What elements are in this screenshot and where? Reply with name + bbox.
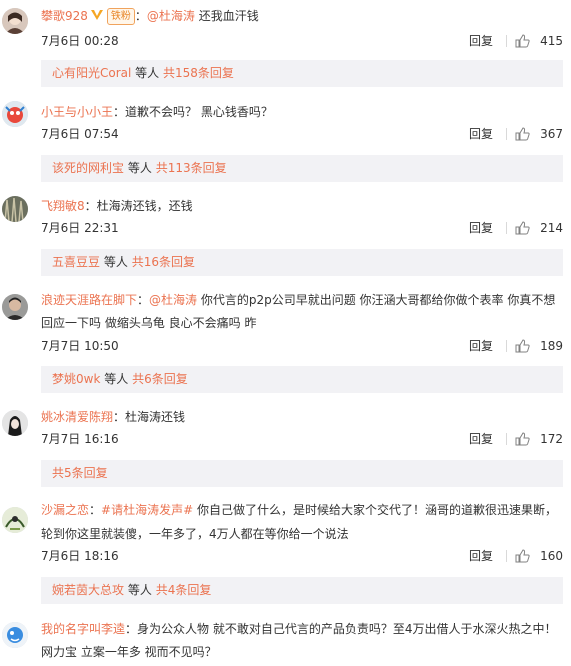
reply-button[interactable]: 回复 (469, 125, 493, 143)
comment-text-line-2: 网力宝 立案一年多 视而不见吗？ (41, 645, 217, 659)
username[interactable]: 小王与小小王 (41, 105, 113, 119)
timestamp: 7月7日 10:50 (41, 339, 119, 353)
verified-v-icon (90, 10, 103, 20)
thumbs-up-icon (515, 221, 530, 235)
sub-reply-user[interactable]: 该死的网利宝 (52, 161, 124, 175)
comment-text: 浪迹天涯路在脚下：@杜海涛 你代言的p2p公司早就出问题 你汪涵大哥都给你做个表… (41, 293, 556, 307)
avatar[interactable] (2, 507, 28, 533)
sub-reply-count[interactable]: 共6条回复 (132, 372, 188, 386)
comment-meta: 7月6日 07:54 回复 367 (41, 125, 563, 143)
thumbs-up-icon (515, 339, 530, 353)
avatar[interactable] (2, 196, 28, 222)
timestamp: 7月6日 00:28 (41, 34, 119, 48)
sub-reply-box[interactable]: 梦姚0wk 等人 共6条回复 (41, 366, 563, 393)
thumbs-up-icon (515, 549, 530, 563)
sub-reply-user[interactable]: 心有阳光Coral (52, 66, 131, 80)
like-count: 160 (540, 549, 563, 563)
comment-text: 攀歌928 铁粉 ：@杜海涛 还我血汗钱 (41, 8, 259, 25)
username[interactable]: 浪迹天涯路在脚下 (41, 293, 137, 307)
like-count: 172 (540, 432, 563, 446)
timestamp: 7月6日 07:54 (41, 127, 119, 141)
reply-button[interactable]: 回复 (469, 547, 493, 565)
like-count: 367 (540, 127, 563, 141)
divider (506, 128, 507, 140)
avatar[interactable] (2, 294, 28, 320)
divider (506, 433, 507, 445)
thumbs-up-icon (515, 34, 530, 48)
timestamp: 7月6日 22:31 (41, 221, 119, 235)
sub-reply-box[interactable]: 五喜豆豆 等人 共16条回复 (41, 249, 563, 276)
sub-reply-box[interactable]: 共5条回复 (41, 460, 563, 487)
fan-badge: 铁粉 (106, 8, 135, 25)
sub-reply-box[interactable]: 心有阳光Coral 等人 共158条回复 (41, 60, 563, 87)
divider (506, 35, 507, 47)
reply-button[interactable]: 回复 (469, 430, 493, 448)
sub-reply-user[interactable]: 五喜豆豆 (52, 255, 100, 269)
username[interactable]: 姚冰清爱陈翔 (41, 410, 113, 424)
comment-meta: 7月7日 10:50 回复 189 (41, 337, 563, 355)
thumbs-up-icon (515, 127, 530, 141)
reply-button[interactable]: 回复 (469, 32, 493, 50)
mention-link[interactable]: @杜海涛 (147, 9, 195, 23)
like-count: 189 (540, 339, 563, 353)
sub-reply-count[interactable]: 共113条回复 (156, 161, 227, 175)
comment-meta: 7月6日 18:16 回复 160 (41, 547, 563, 565)
comment-text: 姚冰清爱陈翔：杜海涛还钱 (41, 410, 186, 424)
divider (506, 340, 507, 352)
comment-text: 沙漏之恋：#请杜海涛发声# 你自己做了什么，是时候给大家个交代了！涵哥的道歉很迅… (41, 503, 557, 517)
avatar[interactable] (2, 8, 28, 34)
comment-text-line-2: 回应一下吗 做缩头乌龟 良心不会痛吗 昨 (41, 316, 257, 330)
like-count: 415 (540, 34, 563, 48)
comment-text: 飞翔敏8：杜海涛还钱，还钱 (41, 199, 193, 213)
username[interactable]: 飞翔敏8 (41, 199, 85, 213)
avatar[interactable] (2, 101, 28, 127)
comment-meta: 7月6日 00:28 回复 415 (41, 32, 563, 50)
sub-reply-count[interactable]: 共4条回复 (156, 583, 212, 597)
comment-text-line-2: 轮到你这里就装傻，一年多了，4万人都在等你给一个说法 (41, 527, 349, 541)
username[interactable]: 我的名字叫李逵 (41, 622, 125, 636)
avatar[interactable] (2, 410, 28, 436)
sub-reply-box[interactable]: 该死的网利宝 等人 共113条回复 (41, 155, 563, 182)
topic-link[interactable]: #请杜海涛发声# (101, 503, 193, 517)
comment-meta: 7月7日 16:16 回复 172 (41, 430, 563, 448)
reply-button[interactable]: 回复 (469, 219, 493, 237)
timestamp: 7月7日 16:16 (41, 432, 119, 446)
timestamp: 7月6日 18:16 (41, 549, 119, 563)
sub-reply-user[interactable]: 梦姚0wk (52, 372, 100, 386)
username[interactable]: 攀歌928 (41, 9, 88, 23)
sub-reply-count[interactable]: 共158条回复 (163, 66, 234, 80)
comment-meta: 7月6日 22:31 回复 214 (41, 219, 563, 237)
thumbs-up-icon (515, 432, 530, 446)
username[interactable]: 沙漏之恋 (41, 503, 89, 517)
divider (506, 550, 507, 562)
reply-button[interactable]: 回复 (469, 337, 493, 355)
comment-text: 我的名字叫李逵：身为公众人物 就不敢对自己代言的产品负责吗？至4万出借人于水深火… (41, 622, 557, 636)
sub-reply-count[interactable]: 共16条回复 (132, 255, 195, 269)
comment-text: 小王与小小王：道歉不会吗？ 黑心钱香吗？ (41, 105, 273, 119)
sub-reply-user[interactable]: 婉若茵大总攻 (52, 583, 124, 597)
mention-link[interactable]: @杜海涛 (149, 293, 197, 307)
divider (506, 222, 507, 234)
sub-reply-count[interactable]: 共5条回复 (52, 466, 108, 480)
avatar[interactable] (2, 622, 28, 648)
like-count: 214 (540, 221, 563, 235)
sub-reply-box[interactable]: 婉若茵大总攻 等人 共4条回复 (41, 577, 563, 604)
